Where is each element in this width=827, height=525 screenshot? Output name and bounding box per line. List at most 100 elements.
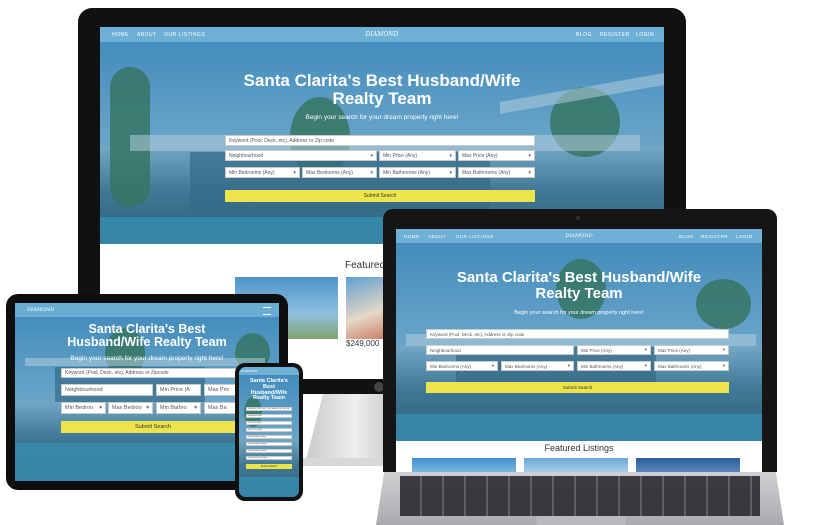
laptop-min-bath-label: Min Bathrooms (Any) xyxy=(581,363,624,369)
chevron-down-icon: ▾ xyxy=(491,363,494,368)
tablet-min-bath-select[interactable]: Min Bathro ▾ xyxy=(156,402,201,414)
nav-blog-link[interactable]: BLOG xyxy=(576,32,592,38)
laptop-listing-thumb-2[interactable] xyxy=(524,458,628,472)
phone-logo[interactable]: DIAMOND xyxy=(241,369,257,373)
keyword-placeholder: Keyword (Pool, Deck, etc), Address or Zi… xyxy=(229,137,335,144)
max-price-select[interactable]: Max Price (Any) ▾ xyxy=(458,150,535,161)
nav-login-link[interactable]: LOGIN xyxy=(636,32,654,38)
tablet-min-bed-select[interactable]: Min Bedroo ▾ xyxy=(61,402,106,414)
keyword-search-input[interactable]: Keyword (Pool, Deck, etc), Address or Zi… xyxy=(225,135,535,146)
nav-listings-link[interactable]: OUR LISTINGS xyxy=(164,32,205,38)
laptop-hero-title: Santa Clarita's Best Husband/Wife Realty… xyxy=(396,270,762,302)
laptop-max-bath-label: Max Bathrooms (Any) xyxy=(658,363,702,369)
desktop-navbar: HOME ABOUT OUR LISTINGS DIAMOND BLOG REG… xyxy=(100,27,664,42)
phone-neighbourhood-select[interactable]: Neighbourhood xyxy=(246,414,292,418)
chevron-down-icon: ▾ xyxy=(722,347,725,352)
title-line-1: Santa Clarita's Best Husband/Wife xyxy=(243,71,521,90)
laptop-min-bed-select[interactable]: Min Bedrooms (Any) ▾ xyxy=(426,361,498,371)
max-bathrooms-label: Max Bathrooms (Any) xyxy=(462,169,511,176)
phone-max-bed-label: Max Bedrooms (Any) xyxy=(248,443,267,445)
laptop-neighbourhood-select[interactable]: Neighbourhood xyxy=(426,345,574,355)
nav-about-link[interactable]: ABOUT xyxy=(137,32,157,38)
phone-min-price-select[interactable]: Min Price (Any) xyxy=(246,421,292,425)
phone-min-bed-select[interactable]: Min Bedrooms (Any) xyxy=(246,435,292,439)
max-bedrooms-label: Max Bedrooms (Any) xyxy=(306,169,353,176)
laptop-logo[interactable]: DIAMOND xyxy=(564,233,594,239)
laptop-trackpad xyxy=(536,516,626,525)
laptop-nav-about[interactable]: ABOUT xyxy=(428,234,446,239)
chevron-down-icon: ▾ xyxy=(722,363,725,368)
laptop-neighbourhood-label: Neighbourhood xyxy=(430,347,461,353)
chevron-down-icon: ▾ xyxy=(194,405,197,411)
phone-neighbourhood-label: Neighbourhood xyxy=(248,415,262,417)
phone-submit-button[interactable]: Submit Search xyxy=(246,464,292,469)
chevron-down-icon: ▾ xyxy=(567,363,570,368)
chevron-down-icon: ▾ xyxy=(449,169,452,176)
tablet-navbar: DIAMOND xyxy=(15,303,279,317)
laptop-nav-home[interactable]: HOME xyxy=(404,234,420,239)
laptop-max-bath-select[interactable]: Max Bathrooms (Any) ▾ xyxy=(654,361,729,371)
laptop-keyword-input[interactable]: Keyword (Pool, Deck, etc), Address or Zi… xyxy=(426,329,729,339)
min-bathrooms-select[interactable]: Min Bathrooms (Any) ▾ xyxy=(379,167,456,178)
neighbourhood-select[interactable]: Neighbourhood ▾ xyxy=(225,150,377,161)
phone-max-price-select[interactable]: Max Price (Any) xyxy=(246,428,292,432)
chevron-down-icon: ▾ xyxy=(370,169,373,176)
phone-min-bath-select[interactable]: Min Bathrooms (Any) xyxy=(246,449,292,453)
tablet-keyword-input[interactable]: Keyword (Pool, Deck, etc), Address or Zi… xyxy=(61,368,245,378)
max-price-label: Max Price (Any) xyxy=(462,152,498,159)
title-line-2: Realty Team xyxy=(332,88,432,108)
chevron-down-icon: ▾ xyxy=(370,152,373,159)
laptop-max-price-select[interactable]: Max Price (Any) ▾ xyxy=(654,345,729,355)
phone-min-bath-label: Min Bathrooms (Any) xyxy=(248,450,267,452)
laptop-keyword-placeholder: Keyword (Pool, Deck, etc), Address or Zi… xyxy=(430,331,525,337)
tablet-neighbourhood-label: Neighbourhood xyxy=(65,387,103,393)
tablet-max-bed-select[interactable]: Max Bedroo ▾ xyxy=(108,402,153,414)
phone-hero-title: Santa Clarita's Best Husband/Wife Realty… xyxy=(239,378,299,402)
phone-keyword-placeholder: Keyword (Pool, Deck, etc), Address or Zi… xyxy=(248,408,290,410)
phone-min-bed-label: Min Bedrooms (Any) xyxy=(248,436,267,438)
tablet-neighbourhood-select[interactable]: Neighbourhood xyxy=(61,384,153,396)
laptop-max-bed-label: Max Bedrooms (Any) xyxy=(505,363,548,369)
phone-keyword-input[interactable]: Keyword (Pool, Deck, etc), Address or Zi… xyxy=(246,407,292,411)
min-price-label: Min Price (Any) xyxy=(383,152,418,159)
desktop-hero-title: Santa Clarita's Best Husband/Wife Realty… xyxy=(100,72,664,108)
chevron-down-icon: ▾ xyxy=(293,169,296,176)
nav-home-link[interactable]: HOME xyxy=(112,32,129,38)
phone-max-bath-label: Max Bathrooms (Any) xyxy=(248,457,268,459)
laptop-listing-thumb-1[interactable] xyxy=(412,458,516,472)
tablet-min-price-select[interactable]: Min Price (A xyxy=(156,384,201,396)
laptop-featured-heading: Featured Listings xyxy=(544,443,614,453)
tablet-logo[interactable]: DIAMOND xyxy=(27,307,54,313)
phone-max-bath-select[interactable]: Max Bathrooms (Any) xyxy=(246,456,292,460)
laptop-nav-register[interactable]: REGISTER xyxy=(701,234,728,239)
chevron-down-icon: ▾ xyxy=(644,347,647,352)
neighbourhood-label: Neighbourhood xyxy=(229,152,264,159)
laptop-min-price-select[interactable]: Min Price (Any) ▾ xyxy=(577,345,651,355)
max-bathrooms-select[interactable]: Max Bathrooms (Any) ▾ xyxy=(458,167,535,178)
phone-screen: DIAMOND Santa Clarita's Best Husband/Wif… xyxy=(239,367,299,497)
laptop-min-bath-select[interactable]: Min Bathrooms (Any) ▾ xyxy=(577,361,651,371)
min-bedrooms-select[interactable]: Min Bedrooms (Any) ▾ xyxy=(225,167,300,178)
laptop-device: HOME ABOUT OUR LISTINGS DIAMOND BLOG REG… xyxy=(376,209,784,525)
chevron-down-icon: ▾ xyxy=(99,405,102,411)
laptop-nav-login[interactable]: LOGIN xyxy=(736,234,753,239)
nav-register-link[interactable]: REGISTER xyxy=(600,32,630,38)
laptop-nav-blog[interactable]: BLOG xyxy=(679,234,694,239)
laptop-listing-thumb-3[interactable] xyxy=(636,458,740,472)
laptop-submit-button[interactable]: Submit Search xyxy=(426,382,729,393)
hamburger-menu-icon[interactable] xyxy=(263,307,271,315)
phone-navbar: DIAMOND xyxy=(239,367,299,375)
tablet-min-price-label: Min Price (A xyxy=(160,387,190,393)
phone-max-bed-select[interactable]: Max Bedrooms (Any) xyxy=(246,442,292,446)
laptop-min-price-label: Min Price (Any) xyxy=(581,347,612,353)
max-bedrooms-select[interactable]: Max Bedrooms (Any) ▾ xyxy=(302,167,377,178)
laptop-max-bed-select[interactable]: Max Bedrooms (Any) ▾ xyxy=(501,361,574,371)
tablet-submit-button[interactable]: Submit Search xyxy=(61,421,245,433)
laptop-nav-listings[interactable]: OUR LISTINGS xyxy=(456,234,494,239)
laptop-min-bed-label: Min Bedrooms (Any) xyxy=(430,363,472,369)
submit-search-button[interactable]: Submit Search xyxy=(225,190,535,202)
phone-max-price-label: Max Price (Any) xyxy=(248,429,263,431)
min-price-select[interactable]: Min Price (Any) ▾ xyxy=(379,150,456,161)
site-logo[interactable]: DIAMOND xyxy=(362,31,402,38)
laptop-title-line-1: Santa Clarita's Best Husband/Wife xyxy=(456,269,702,286)
